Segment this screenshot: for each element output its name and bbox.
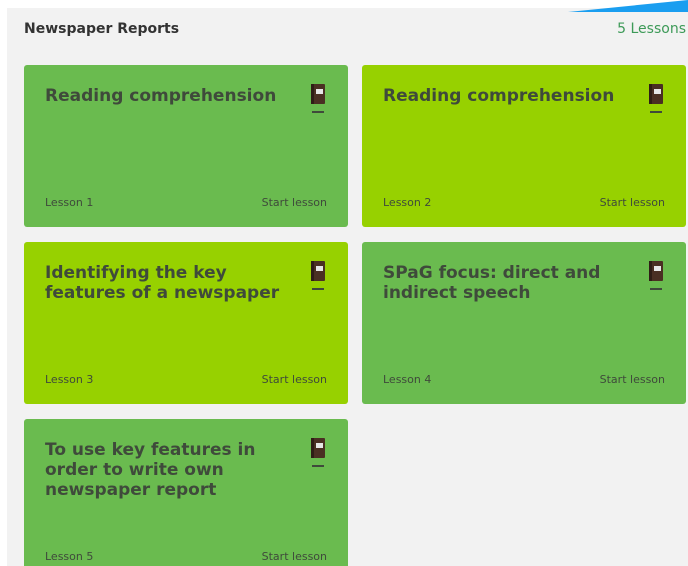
lesson-number: Lesson 3 [45, 373, 94, 386]
book-icon [310, 84, 326, 114]
start-lesson-link[interactable]: Start lesson [262, 196, 327, 209]
lesson-title: Reading comprehension [45, 86, 277, 106]
lesson-card-4[interactable]: SPaG focus: direct and indirect speech L… [362, 242, 686, 404]
start-lesson-link[interactable]: Start lesson [262, 550, 327, 563]
lesson-number: Lesson 2 [383, 196, 432, 209]
book-icon [310, 438, 326, 468]
lesson-title: SPaG focus: direct and indirect speech [383, 263, 601, 303]
start-lesson-link[interactable]: Start lesson [600, 196, 665, 209]
lesson-card-5[interactable]: To use key features in order to write ow… [24, 419, 348, 566]
top-accent-stripe [528, 0, 688, 12]
book-icon [310, 261, 326, 291]
lesson-number: Lesson 4 [383, 373, 432, 386]
lesson-title: Reading comprehension [383, 86, 615, 106]
unit-title: Newspaper Reports [24, 21, 180, 37]
lesson-number: Lesson 1 [45, 196, 94, 209]
lesson-card-1[interactable]: Reading comprehension Lesson 1 Start les… [24, 65, 348, 227]
start-lesson-link[interactable]: Start lesson [600, 373, 665, 386]
start-lesson-link[interactable]: Start lesson [262, 373, 327, 386]
lesson-number: Lesson 5 [45, 550, 94, 563]
lesson-title: To use key features in order to write ow… [45, 440, 256, 500]
lesson-count: 5 Lessons [617, 21, 686, 37]
book-icon [648, 261, 664, 291]
lesson-card-2[interactable]: Reading comprehension Lesson 2 Start les… [362, 65, 686, 227]
book-icon [648, 84, 664, 114]
lesson-card-3[interactable]: Identifying the key features of a newspa… [24, 242, 348, 404]
lesson-title: Identifying the key features of a newspa… [45, 263, 280, 303]
